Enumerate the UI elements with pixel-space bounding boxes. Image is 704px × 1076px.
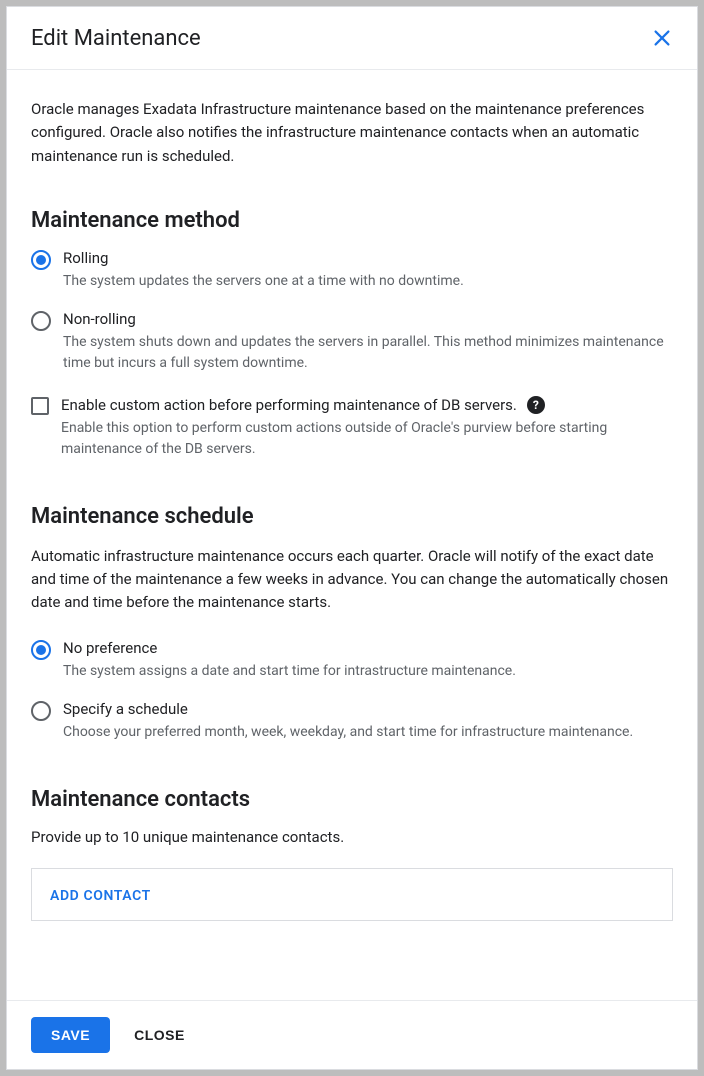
help-icon[interactable]: ? (527, 396, 545, 414)
edit-maintenance-dialog: Edit Maintenance Oracle manages Exadata … (6, 6, 698, 1070)
schedule-intro: Automatic infrastructure maintenance occ… (31, 545, 673, 615)
dialog-footer: SAVE CLOSE (7, 1000, 697, 1069)
schedule-heading: Maintenance schedule (31, 504, 673, 529)
radio-specify[interactable] (31, 701, 51, 721)
radio-specify-desc: Choose your preferred month, week, weekd… (63, 722, 673, 743)
checkbox-row-custom-action[interactable]: Enable custom action before performing m… (31, 396, 673, 460)
method-heading: Maintenance method (31, 208, 673, 233)
radio-row-specify[interactable]: Specify a schedule Choose your preferred… (31, 700, 673, 743)
checkbox-custom-action-text: Enable custom action before performing m… (61, 396, 673, 460)
radio-row-nopref[interactable]: No preference The system assigns a date … (31, 639, 673, 682)
close-icon-button[interactable] (647, 23, 677, 53)
radio-specify-text: Specify a schedule Choose your preferred… (63, 700, 673, 743)
radio-nonrolling-desc: The system shuts down and updates the se… (63, 332, 673, 374)
radio-rolling-text: Rolling The system updates the servers o… (63, 249, 673, 292)
radio-nonrolling-text: Non-rolling The system shuts down and up… (63, 310, 673, 374)
close-icon (651, 27, 673, 49)
save-button[interactable]: SAVE (31, 1017, 110, 1053)
radio-nopref-desc: The system assigns a date and start time… (63, 661, 673, 682)
contacts-hint: Provide up to 10 unique maintenance cont… (31, 828, 673, 846)
radio-specify-label: Specify a schedule (63, 700, 673, 718)
intro-text: Oracle manages Exadata Infrastructure ma… (31, 98, 673, 168)
dialog-body: Oracle manages Exadata Infrastructure ma… (7, 70, 697, 1000)
radio-nonrolling[interactable] (31, 311, 51, 331)
radio-nopref[interactable] (31, 640, 51, 660)
close-button[interactable]: CLOSE (134, 1027, 185, 1043)
radio-rolling-label: Rolling (63, 249, 673, 267)
dialog-header: Edit Maintenance (7, 7, 697, 70)
checkbox-custom-action[interactable] (31, 397, 49, 415)
dialog-title: Edit Maintenance (31, 26, 201, 51)
add-contact-box: ADD CONTACT (31, 868, 673, 921)
radio-nopref-label: No preference (63, 639, 673, 657)
radio-rolling[interactable] (31, 250, 51, 270)
checkbox-custom-action-label: Enable custom action before performing m… (61, 396, 517, 414)
add-contact-button[interactable]: ADD CONTACT (50, 888, 151, 904)
radio-rolling-desc: The system updates the servers one at a … (63, 271, 673, 292)
radio-row-nonrolling[interactable]: Non-rolling The system shuts down and up… (31, 310, 673, 374)
radio-nopref-text: No preference The system assigns a date … (63, 639, 673, 682)
radio-nonrolling-label: Non-rolling (63, 310, 673, 328)
checkbox-custom-action-desc: Enable this option to perform custom act… (61, 418, 673, 460)
contacts-heading: Maintenance contacts (31, 787, 673, 812)
radio-row-rolling[interactable]: Rolling The system updates the servers o… (31, 249, 673, 292)
